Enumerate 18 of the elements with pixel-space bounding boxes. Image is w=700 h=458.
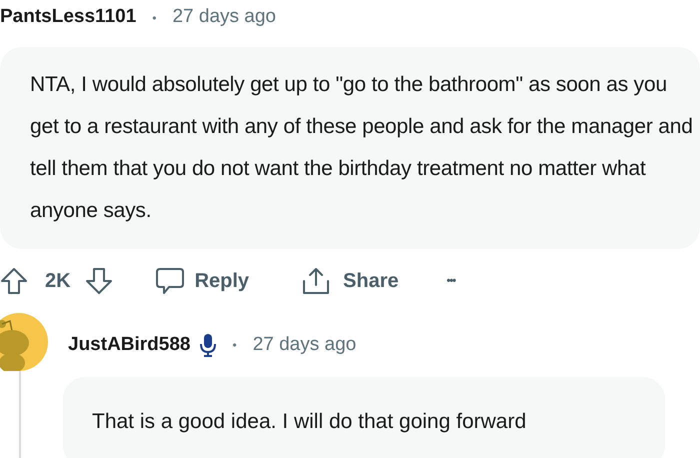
username[interactable]: PantsLess1101 (0, 3, 136, 32)
vote-count: 2K (45, 269, 71, 294)
separator-dot: • (151, 10, 158, 26)
comment-icon (154, 267, 185, 295)
microphone-icon (198, 333, 216, 357)
share-button[interactable]: Share (301, 266, 399, 296)
share-icon (301, 267, 332, 295)
username[interactable]: JustABird588 (68, 330, 190, 360)
upvote-icon[interactable] (0, 267, 28, 295)
downvote-icon[interactable] (84, 267, 113, 295)
reply-text: That is a good idea. I will do that going forward (92, 409, 528, 435)
timestamp: 27 days ago (172, 5, 276, 30)
separator-dot: • (232, 337, 238, 354)
comment-text: NTA, I would absolutely get up to "go to the bathroom" as soon as you get to a restaurant with any of these people and ask for the manager and tell them that you do not want the birthday treatment no matter what anyone says. (30, 72, 694, 224)
timestamp: 27 days ago (252, 332, 356, 357)
reply-button[interactable]: Reply (154, 266, 250, 296)
avatar-icon (0, 313, 48, 371)
more-options-button[interactable]: ••• (446, 272, 456, 290)
